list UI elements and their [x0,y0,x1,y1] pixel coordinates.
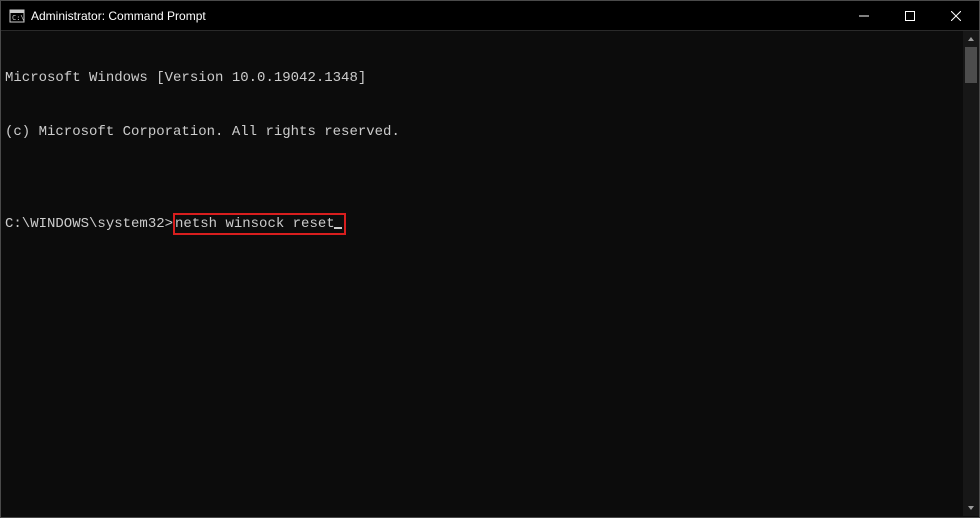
version-line: Microsoft Windows [Version 10.0.19042.13… [5,69,975,87]
terminal-body[interactable]: Microsoft Windows [Version 10.0.19042.13… [1,31,979,517]
scroll-up-arrow-icon[interactable] [963,31,979,47]
svg-text:C:\: C:\ [12,14,25,22]
close-button[interactable] [933,1,979,31]
command-highlight: netsh winsock reset [173,213,346,235]
titlebar-left: C:\ Administrator: Command Prompt [1,8,206,24]
copyright-line: (c) Microsoft Corporation. All rights re… [5,123,975,141]
prompt-line: C:\WINDOWS\system32>netsh winsock reset [5,213,975,235]
scroll-thumb[interactable] [965,47,977,83]
titlebar[interactable]: C:\ Administrator: Command Prompt [1,1,979,31]
prompt-path: C:\WINDOWS\system32> [5,216,173,232]
typed-command: netsh winsock reset [175,216,335,232]
maximize-button[interactable] [887,1,933,31]
command-prompt-window: C:\ Administrator: Command Prompt Micros… [0,0,980,518]
cmd-icon: C:\ [9,8,25,24]
text-cursor [334,227,342,229]
scroll-down-arrow-icon[interactable] [963,500,979,516]
vertical-scrollbar[interactable] [963,31,979,516]
window-title: Administrator: Command Prompt [31,9,206,23]
minimize-button[interactable] [841,1,887,31]
window-controls [841,1,979,30]
